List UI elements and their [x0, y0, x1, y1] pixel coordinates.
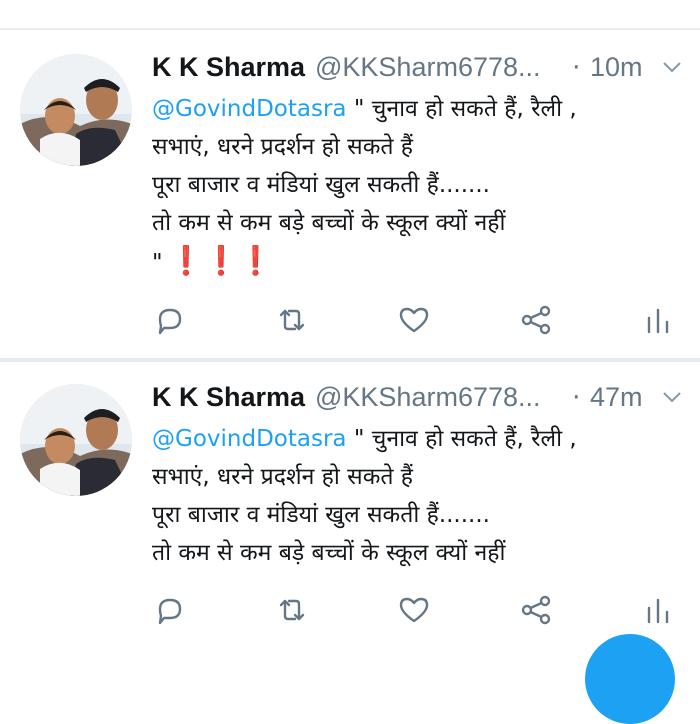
- exclamation-emoji: ❗❗❗: [168, 244, 274, 277]
- tweet-actions: [152, 592, 692, 632]
- mention-link[interactable]: @GovindDotasra: [152, 96, 347, 122]
- analytics-icon[interactable]: [640, 592, 676, 628]
- tweet-text: @GovindDotasra " चुनाव हो सकते हैं, रैली…: [152, 420, 682, 572]
- tweet-text-line: सभाएं, धरने प्रदर्शन हो सकते हैं: [152, 464, 413, 490]
- tweet[interactable]: K K Sharma @KKSharm6778... · 47m @Govind…: [0, 362, 700, 643]
- chevron-down-icon[interactable]: [662, 390, 682, 404]
- top-bar: [0, 0, 700, 30]
- tweet-header: K K Sharma @KKSharm6778... · 10m: [152, 52, 682, 88]
- separator-dot: ·: [572, 382, 581, 413]
- avatar[interactable]: [20, 54, 132, 166]
- share-icon[interactable]: [518, 302, 554, 338]
- timestamp[interactable]: 10m: [590, 52, 643, 83]
- author-name[interactable]: K K Sharma: [152, 52, 305, 83]
- timestamp[interactable]: 47m: [590, 382, 643, 413]
- like-icon[interactable]: [396, 592, 432, 628]
- tweet-text-line: तो कम से कम बड़े बच्चों के स्कूल क्यों न…: [152, 210, 506, 236]
- tweet-actions: [152, 302, 692, 342]
- tweet-text-line: " चुनाव हो सकते हैं, रैली ,: [346, 426, 577, 452]
- tweet-text-line: सभाएं, धरने प्रदर्शन हो सकते हैं: [152, 134, 413, 160]
- author-handle[interactable]: @KKSharm6778...: [315, 52, 541, 83]
- separator-dot: ·: [572, 52, 581, 83]
- tweet[interactable]: K K Sharma @KKSharm6778... · 10m @Govind…: [0, 32, 700, 358]
- author-name[interactable]: K K Sharma: [152, 382, 305, 413]
- avatar[interactable]: [20, 384, 132, 496]
- tweet-text-line: पूरा बाजार व मंडियां खुल सकती हैं.......: [152, 172, 490, 198]
- author-handle[interactable]: @KKSharm6778...: [315, 382, 541, 413]
- tweet-text-line: " चुनाव हो सकते हैं, रैली ,: [346, 96, 577, 122]
- retweet-icon[interactable]: [274, 592, 310, 628]
- chevron-down-icon[interactable]: [662, 60, 682, 74]
- mention-link[interactable]: @GovindDotasra: [152, 426, 347, 452]
- analytics-icon[interactable]: [640, 302, 676, 338]
- reply-icon[interactable]: [152, 302, 188, 338]
- reply-icon[interactable]: [152, 592, 188, 628]
- share-icon[interactable]: [518, 592, 554, 628]
- retweet-icon[interactable]: [274, 302, 310, 338]
- closing-quote: ": [152, 250, 163, 276]
- tweet-text-line: तो कम से कम बड़े बच्चों के स्कूल क्यों न…: [152, 540, 506, 566]
- tweet-text-line: पूरा बाजार व मंडियां खुल सकती हैं.......: [152, 502, 490, 528]
- like-icon[interactable]: [396, 302, 432, 338]
- compose-button[interactable]: [585, 634, 675, 724]
- tweet-header: K K Sharma @KKSharm6778... · 47m: [152, 382, 682, 418]
- tweet-text: @GovindDotasra " चुनाव हो सकते हैं, रैली…: [152, 90, 682, 282]
